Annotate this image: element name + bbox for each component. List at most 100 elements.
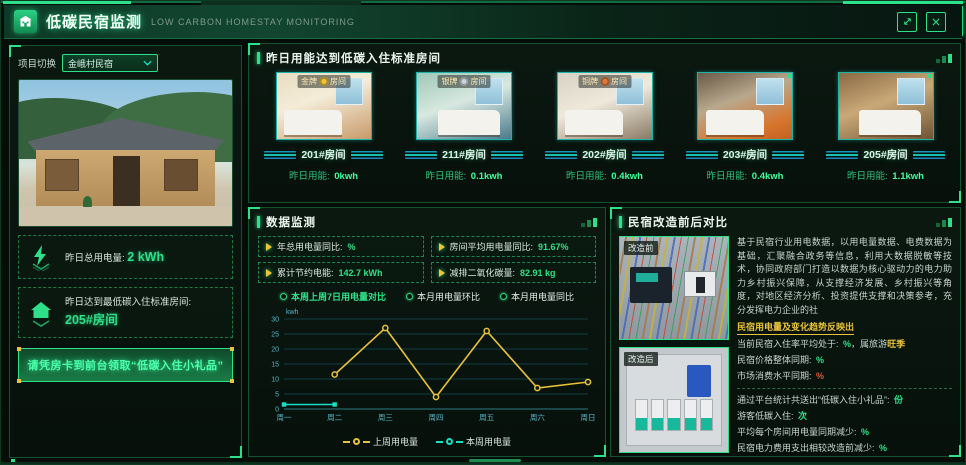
close-icon bbox=[931, 17, 941, 27]
tab-week-compare[interactable]: 本周上周7日用电量对比 bbox=[280, 290, 386, 303]
top-frame-segment-left bbox=[3, 1, 131, 4]
project-switch-row: 项目切换 金峨村民宿 bbox=[18, 54, 233, 72]
room-energy-label: 昨日用能: bbox=[847, 171, 888, 182]
old-meter-art bbox=[630, 267, 672, 303]
data-panel-title-row: 数据监测 bbox=[249, 208, 605, 234]
legend-item[interactable]: 上周用电量 bbox=[343, 435, 418, 448]
metric-value: 份 bbox=[894, 395, 903, 405]
room-energy-value: 0kwh bbox=[334, 171, 358, 182]
kpi-room-avg-yoy: 房间平均用电量同比: 91.67% bbox=[431, 236, 597, 257]
deco-lines-icon bbox=[826, 151, 858, 159]
room-name: 205#房间 bbox=[863, 147, 907, 162]
metric-line: 游客低碳入住: 次 bbox=[737, 409, 952, 425]
occupancy-value: % bbox=[843, 339, 851, 349]
svg-text:周日: 周日 bbox=[581, 413, 596, 422]
svg-text:kwh: kwh bbox=[286, 309, 299, 316]
legend-label: 上周用电量 bbox=[373, 435, 418, 448]
tab-month-mom[interactable]: 本月用电量环比 bbox=[406, 290, 480, 303]
top-frame-segment-right bbox=[843, 1, 963, 4]
kpi-co2-reduced: 减排二氧化碳量: 82.91 kg bbox=[431, 262, 597, 283]
compare-panel-title-row: 民宿改造前后对比 bbox=[611, 208, 960, 234]
lightning-icon bbox=[27, 243, 55, 271]
metric-line: 市场消费水平同期: % bbox=[737, 369, 952, 385]
room-photo bbox=[697, 72, 793, 140]
expand-button[interactable] bbox=[897, 12, 917, 32]
page-title: 低碳民宿监测 bbox=[46, 11, 142, 32]
title-accent-bar bbox=[619, 216, 622, 228]
room-card[interactable]: 203#房间 昨日用能: 0.4kwh bbox=[679, 72, 811, 182]
yesterday-energy-label: 昨日总用电量: bbox=[65, 253, 125, 264]
room-card[interactable]: 铜牌 房间 202#房间 昨日用能: 0.4kwh bbox=[539, 72, 671, 182]
room-energy-value: 0.4kwh bbox=[611, 171, 643, 182]
badge-left-text: 金牌 bbox=[301, 76, 317, 87]
top-frame-line bbox=[1, 1, 965, 3]
chart-tabs: 本周上周7日用电量对比 本月用电量环比 本月用电量同比 bbox=[249, 290, 605, 303]
svg-text:25: 25 bbox=[271, 332, 279, 339]
kpi-label: 房间平均用电量同比: bbox=[450, 240, 534, 253]
room-energy-label: 昨日用能: bbox=[426, 171, 467, 182]
after-label: 改造后 bbox=[624, 352, 658, 366]
mini-chart-icon bbox=[581, 218, 597, 227]
chevron-down-icon bbox=[143, 60, 152, 66]
medal-icon bbox=[460, 77, 469, 86]
thumb-bed bbox=[438, 110, 500, 135]
svg-text:周二: 周二 bbox=[327, 413, 342, 422]
svg-text:5: 5 bbox=[275, 392, 279, 399]
project-select[interactable]: 金峨村民宿 bbox=[62, 54, 158, 72]
cabinet-art bbox=[626, 354, 722, 446]
compare-text: 基于民宿行业用电数据，以用电量数据、电费数据为基础，汇聚融合政务等信息，利用大数… bbox=[737, 236, 952, 456]
metric-value: % bbox=[816, 355, 824, 365]
occupancy-mid: ，属旅游 bbox=[851, 339, 887, 349]
metric-value: 次 bbox=[798, 411, 807, 421]
smart-meters-art bbox=[635, 399, 713, 431]
room-energy-value: 0.1kwh bbox=[471, 171, 503, 182]
renovation-compare-panel: 民宿改造前后对比 改造前 改造后 bbox=[610, 207, 961, 457]
metric-label: 通过平台统计共送出“低碳入住小礼品”: bbox=[737, 395, 890, 405]
room-energy-value: 0.4kwh bbox=[752, 171, 784, 182]
medal-icon bbox=[319, 77, 328, 86]
metric-label: 民宿电力费用支出相较改造前减少: bbox=[737, 443, 875, 453]
bottom-frame-line bbox=[1, 462, 965, 464]
svg-text:周三: 周三 bbox=[378, 413, 393, 422]
room-photo: 金牌 房间 bbox=[276, 72, 372, 140]
footer-scrollbar[interactable] bbox=[469, 459, 521, 462]
play-arrow-icon bbox=[439, 243, 445, 251]
room-name: 202#房间 bbox=[582, 147, 626, 162]
badge-left-text: 铜牌 bbox=[582, 76, 598, 87]
kpi-value: 91.67% bbox=[538, 242, 569, 252]
close-button[interactable] bbox=[926, 12, 946, 32]
kpi-annual-yoy: 年总用电量同比: % bbox=[258, 236, 424, 257]
room-card[interactable]: 银牌 房间 211#房间 昨日用能: 0.1kwh bbox=[398, 72, 530, 182]
legend-item[interactable]: 本周用电量 bbox=[436, 435, 511, 448]
room-badge: 金牌 房间 bbox=[297, 75, 350, 88]
metric-label: 市场消费水平同期: bbox=[737, 371, 812, 381]
rooms-panel-title-row: 昨日用能达到低碳入住标准房间 bbox=[249, 44, 960, 70]
room-energy: 昨日用能: 0.4kwh bbox=[566, 168, 643, 182]
room-energy-label: 昨日用能: bbox=[566, 171, 607, 182]
room-card[interactable]: 金牌 房间 201#房间 昨日用能: 0kwh bbox=[258, 72, 390, 182]
best-room-value: 205#房间 bbox=[65, 313, 118, 327]
homestay-logo-icon bbox=[14, 10, 37, 33]
badge-right-text: 房间 bbox=[471, 76, 487, 87]
kpi-grid: 年总用电量同比: % 房间平均用电量同比: 91.67% 累计节约电能: 142… bbox=[249, 234, 605, 283]
deco-lines-icon bbox=[491, 151, 523, 159]
after-photo: 改造后 bbox=[619, 347, 729, 453]
occupancy-season: 旺季 bbox=[887, 339, 905, 349]
photo-building-window bbox=[164, 159, 198, 191]
tab-month-yoy[interactable]: 本月用电量同比 bbox=[500, 290, 574, 303]
deco-lines-icon bbox=[632, 151, 664, 159]
room-name-row: 211#房间 bbox=[405, 147, 523, 162]
play-arrow-icon bbox=[266, 243, 272, 251]
room-card[interactable]: 205#房间 昨日用能: 1.1kwh bbox=[820, 72, 952, 182]
kpi-value: % bbox=[348, 242, 356, 252]
kpi-label: 年总用电量同比: bbox=[277, 240, 343, 253]
weekly-chart[interactable]: 051015202530kwh周一周二周三周四周五周六周日 bbox=[254, 305, 600, 435]
kpi-label: 累计节约电能: bbox=[277, 266, 334, 279]
room-photo: 铜牌 房间 bbox=[557, 72, 653, 140]
metric-label: 平均每个房间用电量同期减少: bbox=[737, 427, 857, 437]
banner-corner-dot bbox=[230, 379, 234, 383]
gift-banner-text: 请凭房卡到前台领取“低碳入住小礼品” bbox=[28, 357, 224, 373]
play-arrow-icon bbox=[439, 269, 445, 277]
tab-label: 本月用电量同比 bbox=[511, 290, 574, 303]
play-arrow-icon bbox=[266, 269, 272, 277]
